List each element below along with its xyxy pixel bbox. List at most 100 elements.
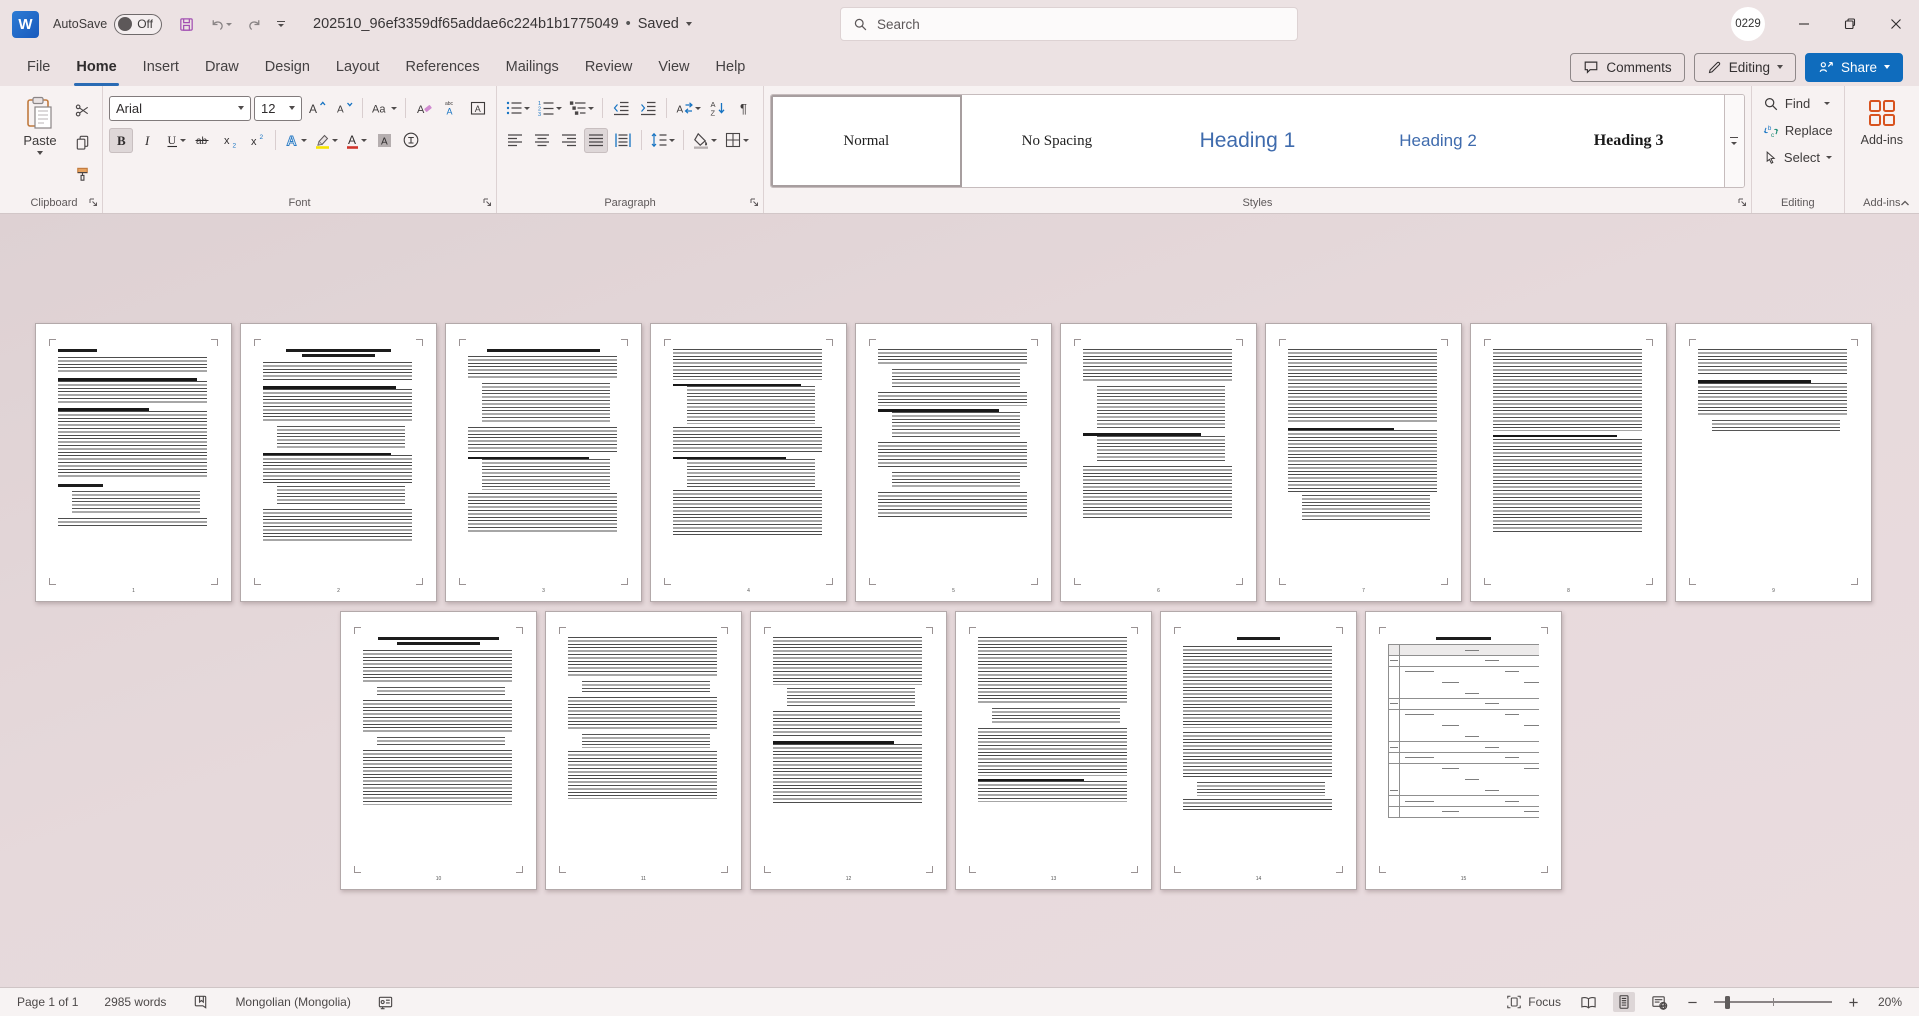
tab-draw[interactable]: Draw xyxy=(192,48,252,86)
underline-button[interactable]: U xyxy=(163,128,188,153)
page-thumbnail[interactable]: 14 xyxy=(1160,611,1357,890)
autosave-toggle[interactable]: Off xyxy=(114,14,162,35)
style-heading-2[interactable]: Heading 2 xyxy=(1343,95,1534,187)
increase-indent-button[interactable] xyxy=(636,96,660,121)
zoom-in-button[interactable] xyxy=(1845,995,1862,1010)
page-thumbnail[interactable]: 4 xyxy=(650,323,847,602)
comments-button[interactable]: Comments xyxy=(1570,53,1684,82)
restore-button[interactable] xyxy=(1827,0,1873,48)
zoom-out-button[interactable] xyxy=(1684,995,1701,1010)
bullets-button[interactable] xyxy=(503,96,532,121)
font-name-select[interactable]: Arial xyxy=(109,96,251,121)
decrease-indent-button[interactable] xyxy=(609,96,633,121)
undo-button[interactable] xyxy=(209,16,232,33)
justify-button[interactable] xyxy=(584,128,608,153)
tab-home[interactable]: Home xyxy=(63,48,129,86)
grow-font-button[interactable]: A xyxy=(305,96,329,121)
share-button[interactable]: Share xyxy=(1805,53,1903,82)
tab-review[interactable]: Review xyxy=(572,48,646,86)
style-heading-1[interactable]: Heading 1 xyxy=(1152,95,1343,187)
numbering-button[interactable]: 123 xyxy=(535,96,564,121)
font-size-select[interactable]: 12 xyxy=(254,96,302,121)
tab-design[interactable]: Design xyxy=(252,48,323,86)
zoom-level-button[interactable]: 20% xyxy=(1875,993,1905,1011)
print-layout-button[interactable] xyxy=(1613,992,1635,1012)
show-formatting-button[interactable]: ¶ xyxy=(733,96,757,121)
styles-dialog-launcher[interactable] xyxy=(1738,198,1747,207)
read-mode-button[interactable] xyxy=(1577,992,1600,1013)
subscript-button[interactable]: x2 xyxy=(218,128,242,153)
page-thumbnail[interactable]: 15 xyxy=(1365,611,1562,890)
replace-button[interactable]: bc Replace xyxy=(1758,117,1838,144)
strikethrough-button[interactable]: ab xyxy=(191,128,215,153)
change-case-button[interactable]: Aa xyxy=(369,96,399,121)
tab-layout[interactable]: Layout xyxy=(323,48,393,86)
find-button[interactable]: Find xyxy=(1758,90,1835,117)
tab-mailings[interactable]: Mailings xyxy=(493,48,572,86)
character-border-button[interactable]: A xyxy=(466,96,490,121)
bold-button[interactable]: B xyxy=(109,128,133,153)
accessibility-button[interactable] xyxy=(374,992,397,1013)
page-thumbnail[interactable]: 10 xyxy=(340,611,537,890)
page-thumbnail[interactable]: 11 xyxy=(545,611,742,890)
focus-button[interactable]: Focus xyxy=(1503,992,1564,1012)
multilevel-list-button[interactable] xyxy=(567,96,596,121)
tab-insert[interactable]: Insert xyxy=(130,48,192,86)
minimize-button[interactable] xyxy=(1781,0,1827,48)
page-thumbnail[interactable]: 7 xyxy=(1265,323,1462,602)
paste-button[interactable]: Paste xyxy=(12,96,68,192)
page-thumbnail[interactable]: 12 xyxy=(750,611,947,890)
search-box[interactable]: Search xyxy=(840,7,1298,41)
tab-view[interactable]: View xyxy=(645,48,702,86)
cut-button[interactable] xyxy=(70,98,94,123)
style-normal[interactable]: Normal xyxy=(771,95,962,187)
text-effects-button[interactable]: A xyxy=(282,128,309,153)
enclose-characters-button[interactable] xyxy=(399,128,423,153)
page-info-button[interactable]: Page 1 of 1 xyxy=(14,993,81,1011)
page-thumbnail[interactable]: 2 xyxy=(240,323,437,602)
page-thumbnail[interactable]: 6 xyxy=(1060,323,1257,602)
shrink-font-button[interactable]: A xyxy=(332,96,356,121)
select-button[interactable]: Select xyxy=(1758,144,1837,171)
web-layout-button[interactable] xyxy=(1648,992,1671,1013)
sort-button[interactable]: AZ xyxy=(706,96,730,121)
page-thumbnail[interactable]: 1 xyxy=(35,323,232,602)
tab-references[interactable]: References xyxy=(392,48,492,86)
editing-mode-button[interactable]: Editing xyxy=(1694,53,1796,82)
page-thumbnail[interactable]: 5 xyxy=(855,323,1052,602)
page-thumbnail[interactable]: 8 xyxy=(1470,323,1667,602)
word-count-button[interactable]: 2985 words xyxy=(101,993,169,1011)
zoom-slider[interactable] xyxy=(1714,994,1832,1010)
phonetic-guide-button[interactable]: abcA xyxy=(439,96,463,121)
copy-button[interactable] xyxy=(70,130,94,155)
styles-gallery-more-button[interactable] xyxy=(1724,95,1744,187)
align-center-button[interactable] xyxy=(530,128,554,153)
font-dialog-launcher[interactable] xyxy=(483,198,492,207)
clipboard-dialog-launcher[interactable] xyxy=(89,198,98,207)
clear-formatting-button[interactable]: A xyxy=(412,96,436,121)
align-right-button[interactable] xyxy=(557,128,581,153)
page-thumbnail[interactable]: 9 xyxy=(1675,323,1872,602)
account-avatar[interactable]: 0229 xyxy=(1731,7,1765,41)
document-title[interactable]: 202510_96ef3359df65addae6c224b1b1775049 … xyxy=(313,16,692,32)
line-spacing-button[interactable] xyxy=(648,128,677,153)
proofing-button[interactable] xyxy=(189,992,212,1013)
distributed-button[interactable] xyxy=(611,128,635,153)
shading-button[interactable] xyxy=(690,128,719,153)
text-direction-button[interactable]: A xyxy=(673,96,703,121)
tab-file[interactable]: File xyxy=(14,48,63,86)
borders-button[interactable] xyxy=(722,128,751,153)
language-button[interactable]: Mongolian (Mongolia) xyxy=(232,993,353,1011)
close-button[interactable] xyxy=(1873,0,1919,48)
page-thumbnail[interactable]: 13 xyxy=(955,611,1152,890)
paragraph-dialog-launcher[interactable] xyxy=(750,198,759,207)
addins-button[interactable]: Add-ins xyxy=(1861,98,1903,147)
align-left-button[interactable] xyxy=(503,128,527,153)
font-color-button[interactable]: A xyxy=(343,128,369,153)
italic-button[interactable]: I xyxy=(136,128,160,153)
format-painter-button[interactable] xyxy=(70,162,94,187)
qat-overflow-button[interactable] xyxy=(277,21,285,27)
superscript-button[interactable]: x2 xyxy=(245,128,269,153)
text-highlight-button[interactable] xyxy=(312,128,340,153)
style-heading-3[interactable]: Heading 3 xyxy=(1533,95,1724,187)
